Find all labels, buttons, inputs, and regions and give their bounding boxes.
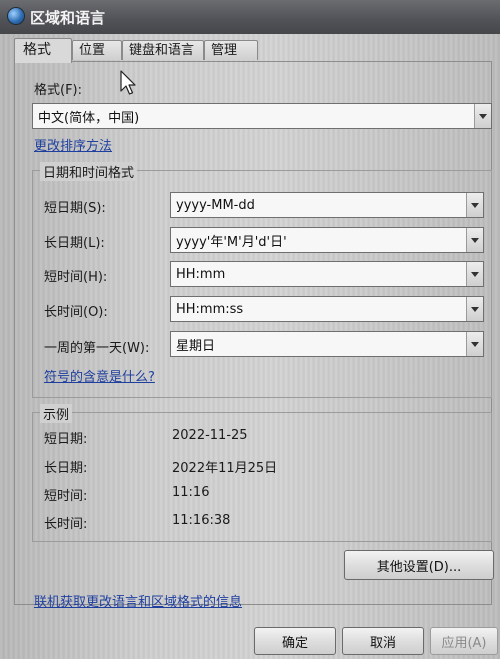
short-time-value: HH:mm — [176, 266, 226, 282]
example-short-time-label: 短时间: — [44, 489, 88, 504]
format-value: 中文(简体，中国) — [38, 110, 140, 126]
change-sort-link[interactable]: 更改排序方法 — [34, 135, 112, 154]
example-long-time-label: 长时间: — [44, 517, 88, 532]
apply-button[interactable]: 应用(A) — [430, 627, 498, 655]
long-time-label: 长时间(O): — [44, 305, 108, 320]
cancel-button[interactable]: 取消 — [342, 627, 424, 655]
short-time-label: 短时间(H): — [44, 270, 108, 285]
symbols-meaning-link[interactable]: 符号的含意是什么? — [44, 366, 155, 385]
tab-strip: 格式 位置 键盘和语言 管理 — [14, 38, 484, 63]
examples-title: 示例 — [40, 404, 73, 423]
format-label: 格式(F): — [34, 83, 83, 98]
chevron-down-icon[interactable] — [466, 332, 483, 356]
apply-label: 应用(A) — [441, 635, 487, 651]
short-date-value: yyyy-MM-dd — [176, 197, 255, 213]
short-date-label: 短日期(S): — [44, 201, 106, 216]
chevron-down-icon[interactable] — [466, 228, 483, 252]
format-dropdown[interactable]: 中文(简体，中国) — [32, 103, 492, 129]
additional-settings-button[interactable]: 其他设置(D)... — [344, 550, 494, 580]
mouse-cursor-icon — [120, 70, 136, 95]
long-date-label: 长日期(L): — [44, 236, 105, 251]
tab-label: 格式 — [23, 42, 51, 58]
long-time-dropdown[interactable]: HH:mm:ss — [170, 296, 484, 322]
long-date-dropdown[interactable]: yyyy'年'M'月'd'日' — [170, 227, 484, 253]
tab-location[interactable]: 位置 — [72, 40, 122, 60]
tab-keyboards-languages[interactable]: 键盘和语言 — [122, 40, 204, 60]
chevron-down-icon[interactable] — [474, 104, 491, 128]
window-title: 区域和语言 — [30, 9, 106, 27]
chevron-down-icon[interactable] — [466, 193, 483, 217]
online-info-link[interactable]: 联机获取更改语言和区域格式的信息 — [34, 591, 242, 610]
short-date-dropdown[interactable]: yyyy-MM-dd — [170, 192, 484, 218]
title-bar: 区域和语言 — [0, 0, 500, 34]
tab-label: 管理 — [211, 43, 238, 58]
chevron-down-icon[interactable] — [466, 297, 483, 321]
example-long-date-value: 2022年11月25日 — [172, 461, 278, 476]
example-short-date-label: 短日期: — [44, 432, 88, 447]
ok-button[interactable]: 确定 — [254, 627, 336, 655]
example-short-date-value: 2022-11-25 — [172, 428, 248, 443]
first-day-of-week-label: 一周的第一天(W): — [44, 341, 150, 356]
cancel-label: 取消 — [369, 635, 396, 651]
tab-format[interactable]: 格式 — [14, 38, 72, 63]
examples-group — [32, 412, 492, 542]
first-day-of-week-value: 星期日 — [176, 338, 216, 354]
ok-label: 确定 — [281, 635, 308, 651]
globe-icon — [8, 8, 24, 24]
chevron-down-icon[interactable] — [466, 262, 483, 286]
short-time-dropdown[interactable]: HH:mm — [170, 261, 484, 287]
long-date-value: yyyy'年'M'月'd'日' — [176, 234, 287, 250]
example-short-time-value: 11:16 — [172, 485, 210, 500]
tab-label: 位置 — [79, 43, 106, 58]
long-time-value: HH:mm:ss — [176, 301, 244, 317]
first-day-of-week-dropdown[interactable]: 星期日 — [170, 331, 484, 357]
additional-settings-label: 其他设置(D)... — [376, 559, 462, 575]
tab-label: 键盘和语言 — [129, 43, 195, 58]
tab-administrative[interactable]: 管理 — [204, 40, 258, 60]
example-long-date-label: 长日期: — [44, 461, 88, 476]
datetime-formats-title: 日期和时间格式 — [40, 162, 138, 181]
example-long-time-value: 11:16:38 — [172, 513, 231, 528]
